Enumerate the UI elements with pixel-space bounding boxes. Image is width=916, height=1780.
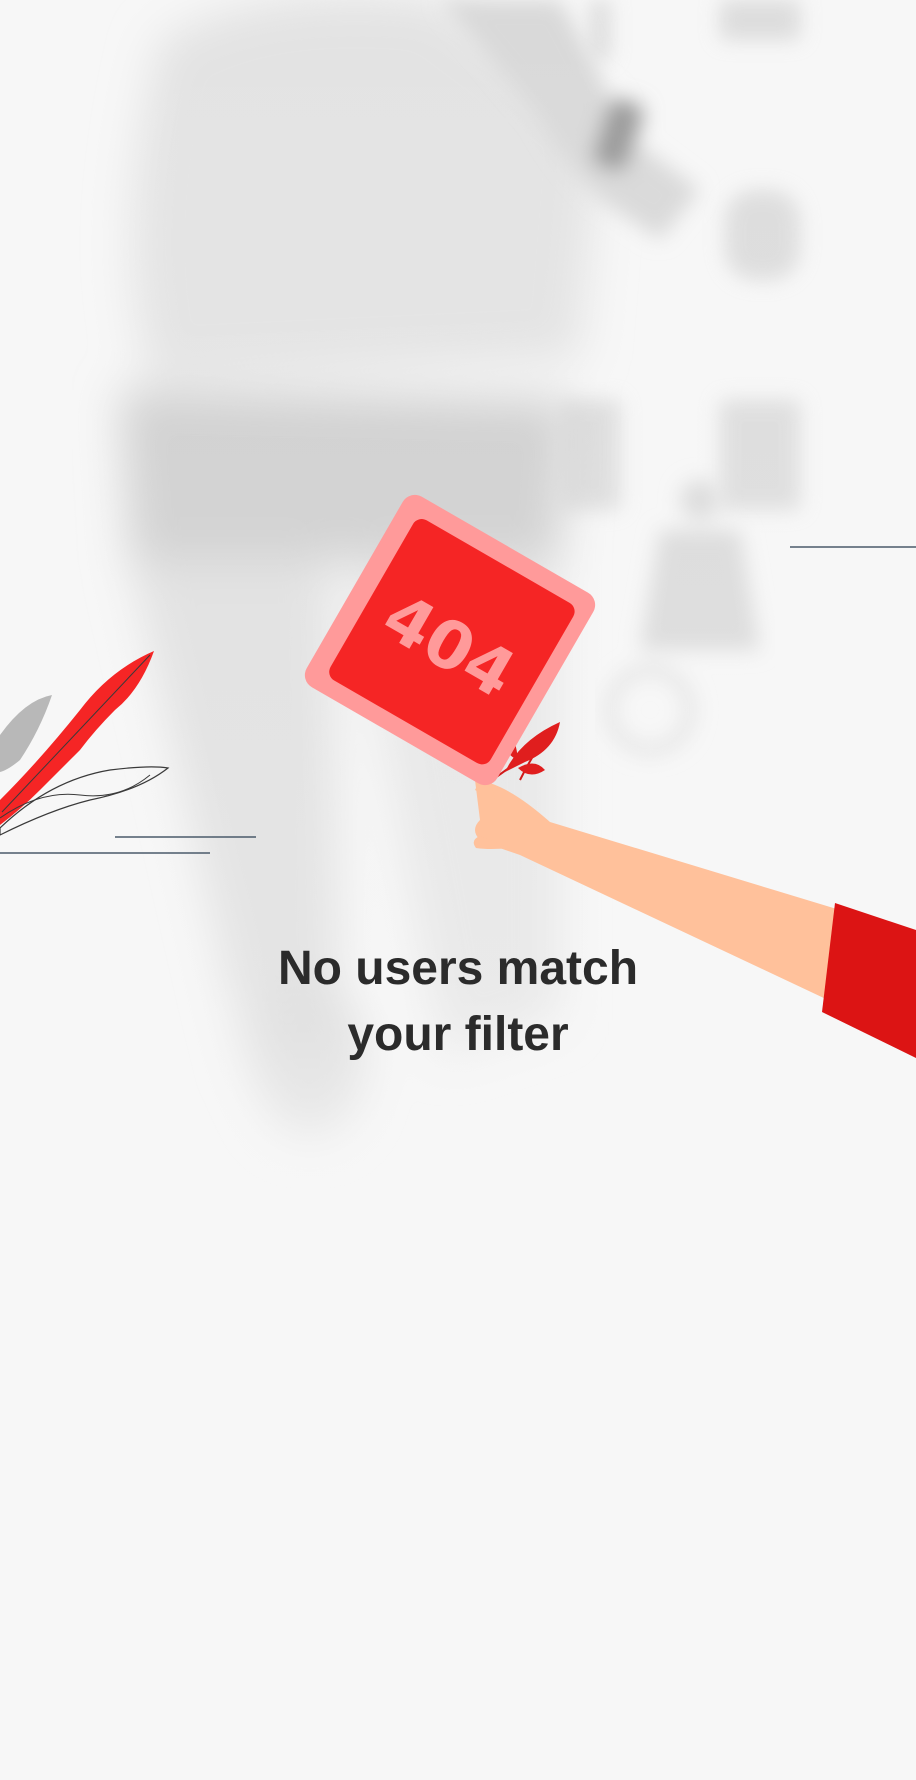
plant-leaves-icon [0, 651, 170, 836]
empty-message-line-1: No users match [277, 942, 639, 995]
empty-state-message: No users match your filter [0, 936, 916, 1068]
404-illustration: 404 [0, 494, 916, 1058]
404-sign-icon: 404 [304, 494, 596, 786]
empty-message-line-2: your filter [347, 1008, 569, 1061]
empty-state-screen: 404 No users match your filter [0, 0, 916, 1780]
